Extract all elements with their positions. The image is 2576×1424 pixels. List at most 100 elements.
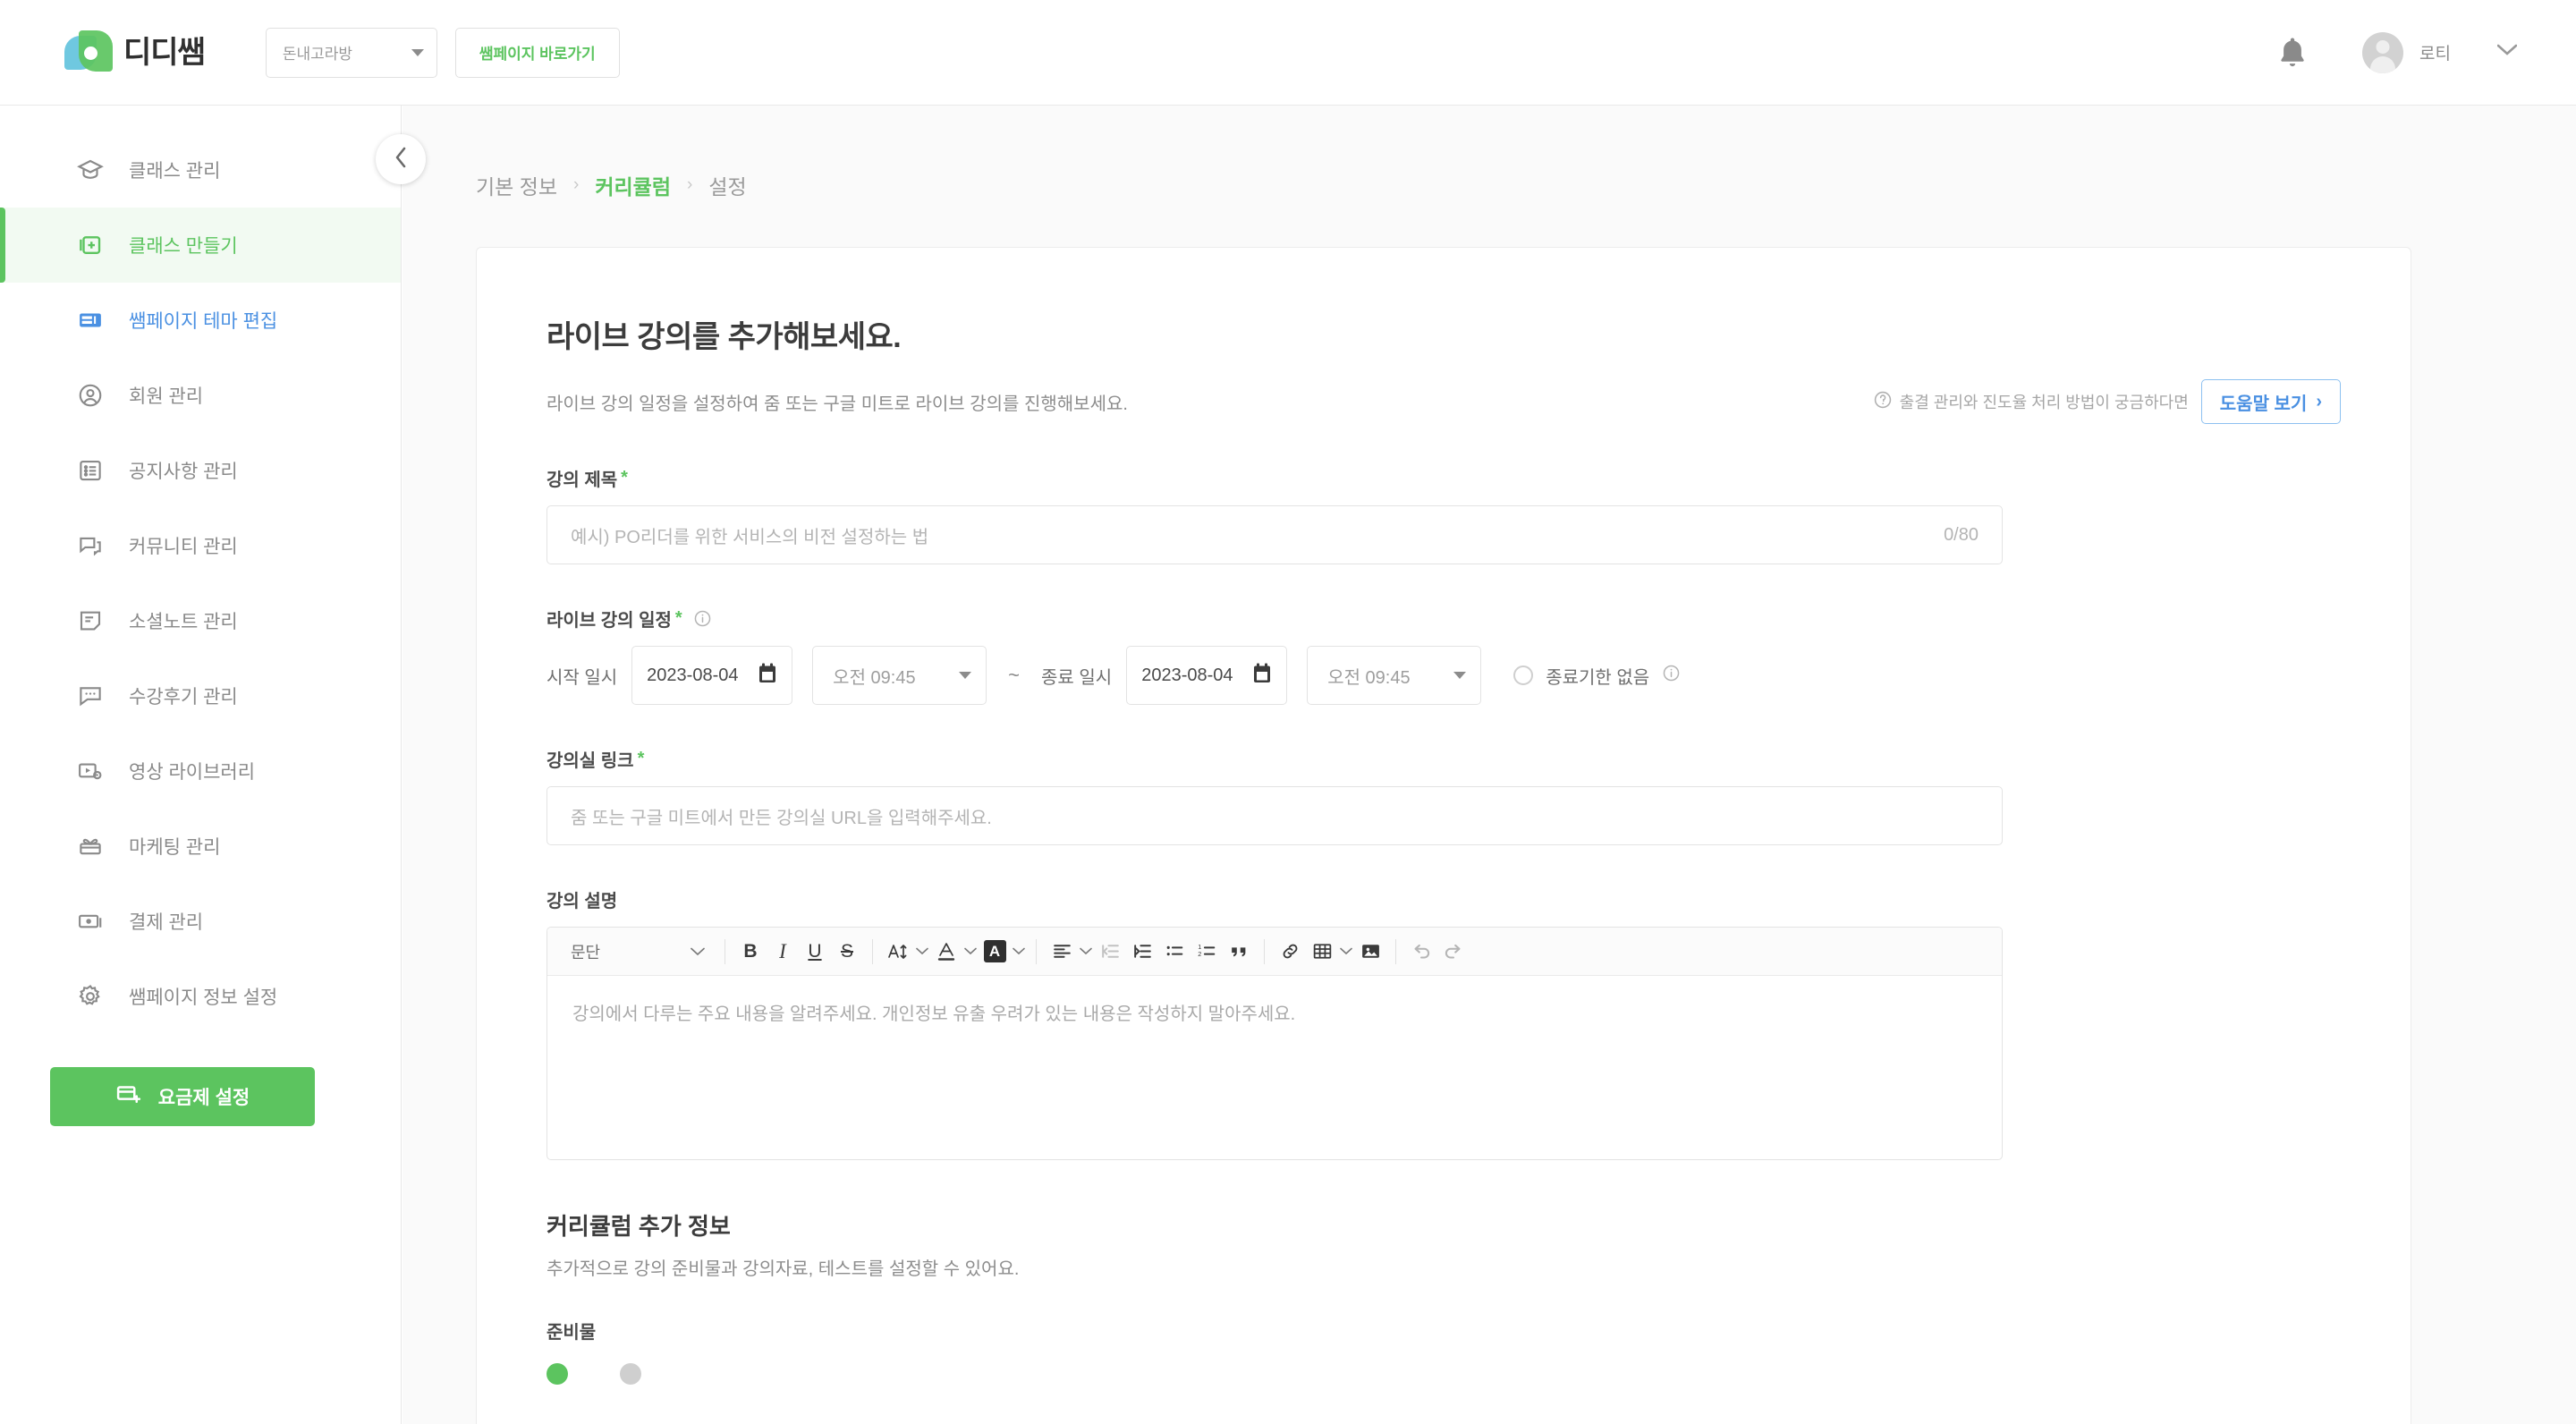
main-content: 기본 정보 › 커리큘럼 › 설정 라이브 강의를 추가해보세요. 라이브 강의… <box>402 106 2576 1424</box>
schedule-label-wrap: 라이브 강의 일정 * <box>547 606 2341 631</box>
breadcrumb-item-curriculum[interactable]: 커리큘럼 <box>595 170 671 200</box>
sidebar-item-social-note-management[interactable]: 소셜노트 관리 <box>0 583 401 658</box>
extra-info-section: 커리큘럼 추가 정보 추가적으로 강의 준비물과 강의자료, 테스트를 설정할 … <box>547 1208 2341 1385</box>
bell-icon[interactable] <box>2273 33 2312 72</box>
sidebar-item-label: 마케팅 관리 <box>129 837 221 858</box>
start-date-input[interactable]: 2023-08-04 <box>631 646 793 705</box>
lecture-title-field: 강의 제목 * 예시) PO리더를 위한 서비스의 비전 설정하는 법 0/80 <box>547 465 2341 564</box>
radio-dot-icon <box>1513 665 1534 685</box>
page-title: 라이브 강의를 추가해보세요. <box>547 320 902 354</box>
sidebar-item-create-class[interactable]: 클래스 만들기 <box>0 208 401 283</box>
video-gear-icon <box>75 756 106 786</box>
highlight-color-icon[interactable]: A <box>979 935 1011 969</box>
block-format-value: 문단 <box>571 943 601 962</box>
lecture-title-placeholder: 예시) PO리더를 위한 서비스의 비전 설정하는 법 <box>571 527 929 547</box>
required-mark: * <box>674 608 682 628</box>
page-subtitle: 라이브 강의 일정을 설정하여 줌 또는 구글 미트로 라이브 강의를 진행해보… <box>547 394 1128 414</box>
card-plus-icon <box>115 1081 142 1113</box>
help-text: 출결 관리와 진도율 처리 방법이 궁금하다면 <box>1899 394 2189 411</box>
start-time-select[interactable]: 오전 09:45 <box>812 646 987 705</box>
materials-radio-option-2[interactable] <box>620 1363 641 1385</box>
plan-settings-button[interactable]: 요금제 설정 <box>50 1067 315 1126</box>
redo-icon[interactable] <box>1437 935 1470 969</box>
sampage-link-button[interactable]: 쌤페이지 바로가기 <box>454 27 620 78</box>
link-icon[interactable] <box>1274 935 1306 969</box>
class-select[interactable]: 돈내고라방 <box>265 27 437 78</box>
underline-button[interactable]: U <box>799 935 831 969</box>
align-chevron-down-icon[interactable] <box>1078 947 1094 955</box>
schedule-label: 라이브 강의 일정 <box>547 611 672 631</box>
sidebar-item-review-management[interactable]: 수강후기 관리 <box>0 658 401 733</box>
end-time-select[interactable]: 오전 09:45 <box>1307 646 1482 705</box>
font-size-chevron-down-icon[interactable] <box>914 947 930 955</box>
sidebar-item-marketing-management[interactable]: 마케팅 관리 <box>0 809 401 884</box>
start-time-value: 오전 09:45 <box>833 667 916 688</box>
lecture-title-label-wrap: 강의 제목 * <box>547 465 2341 491</box>
breadcrumb-item-settings[interactable]: 설정 <box>708 170 746 200</box>
caret-down-icon <box>1453 672 1467 679</box>
username-label: 로티 <box>2419 45 2451 64</box>
end-date-value: 2023-08-04 <box>1141 665 1233 685</box>
bullet-list-icon[interactable] <box>1158 935 1191 969</box>
align-left-icon[interactable] <box>1046 935 1078 969</box>
chevron-down-icon <box>411 48 424 56</box>
blockquote-icon[interactable] <box>1223 935 1255 969</box>
numbered-list-icon[interactable]: 1 2 <box>1191 935 1223 969</box>
info-circle-icon[interactable] <box>1662 664 1681 687</box>
sidebar-item-label: 클래스 관리 <box>129 161 221 182</box>
sidebar-collapse-button[interactable] <box>376 134 426 184</box>
user-menu-chevron-down-icon[interactable] <box>2496 44 2518 61</box>
help-text-wrap: 출결 관리와 진도율 처리 방법이 궁금하다면 <box>1873 390 2189 414</box>
room-link-label: 강의실 링크 <box>547 751 634 771</box>
sidebar-item-notice-management[interactable]: 공지사항 관리 <box>0 433 401 508</box>
strikethrough-button[interactable]: S <box>831 935 863 969</box>
user-avatar-icon[interactable] <box>2362 31 2404 73</box>
editor-body[interactable]: 강의에서 다루는 주요 내용을 알려주세요. 개인정보 유출 우려가 있는 내용… <box>547 976 2002 1159</box>
info-circle-icon[interactable] <box>693 609 712 628</box>
highlight-chevron-down-icon[interactable] <box>1011 947 1027 955</box>
bold-button[interactable]: B <box>734 935 767 969</box>
text-color-icon[interactable] <box>930 935 962 969</box>
undo-icon[interactable] <box>1405 935 1437 969</box>
class-select-value: 돈내고라방 <box>282 46 353 63</box>
sidebar-item-community-management[interactable]: 커뮤니티 관리 <box>0 508 401 583</box>
sidebar-item-label: 쌤페이지 테마 편집 <box>129 311 278 332</box>
sidebar-item-sampage-info-settings[interactable]: 쌤페이지 정보 설정 <box>0 959 401 1034</box>
table-icon[interactable] <box>1306 935 1338 969</box>
image-icon[interactable] <box>1354 935 1386 969</box>
block-format-select[interactable]: 문단 <box>556 934 716 970</box>
logo[interactable]: 디디쌤 <box>64 30 206 75</box>
calendar-icon <box>1252 663 1272 689</box>
materials-radio-option-1[interactable] <box>547 1363 568 1385</box>
text-color-chevron-down-icon[interactable] <box>962 947 979 955</box>
list-board-icon <box>75 455 106 486</box>
room-link-input[interactable]: 줌 또는 구글 미트에서 만든 강의실 URL을 입력해주세요. <box>547 786 2003 845</box>
gift-icon <box>75 831 106 861</box>
calendar-icon <box>758 663 777 689</box>
top-header: 디디쌤 돈내고라방 쌤페이지 바로가기 로티 <box>0 0 2576 106</box>
indent-icon[interactable] <box>1126 935 1158 969</box>
outdent-icon[interactable] <box>1094 935 1126 969</box>
sidebar-item-payment-management[interactable]: 결제 관리 <box>0 884 401 959</box>
sidebar-item-video-library[interactable]: 영상 라이브러리 <box>0 733 401 809</box>
help-view-button[interactable]: 도움말 보기 › <box>2200 379 2341 424</box>
font-size-icon[interactable] <box>882 935 914 969</box>
graduation-cap-icon <box>75 155 106 185</box>
italic-button[interactable]: I <box>767 935 799 969</box>
sidebar-item-label: 클래스 만들기 <box>129 236 238 257</box>
sidebar-item-label: 결제 관리 <box>129 912 204 933</box>
sidebar-item-member-management[interactable]: 회원 관리 <box>0 358 401 433</box>
plan-settings-label: 요금제 설정 <box>157 1088 250 1108</box>
toolbar-divider <box>872 938 873 964</box>
required-mark: * <box>621 468 628 487</box>
no-end-date-radio[interactable]: 종료기한 없음 <box>1513 663 1681 689</box>
sidebar-item-theme-edit[interactable]: 쌤페이지 테마 편집 <box>0 283 401 358</box>
lecture-title-input[interactable]: 예시) PO리더를 위한 서비스의 비전 설정하는 법 0/80 <box>547 505 2003 564</box>
caret-down-icon <box>959 672 972 679</box>
lecture-title-label: 강의 제목 <box>547 470 618 490</box>
breadcrumb-item-basic-info[interactable]: 기본 정보 <box>476 170 557 200</box>
radio-dot-icon <box>547 1363 568 1385</box>
end-date-input[interactable]: 2023-08-04 <box>1126 646 1288 705</box>
sidebar-item-class-management[interactable]: 클래스 관리 <box>0 132 401 208</box>
table-chevron-down-icon[interactable] <box>1338 947 1354 955</box>
